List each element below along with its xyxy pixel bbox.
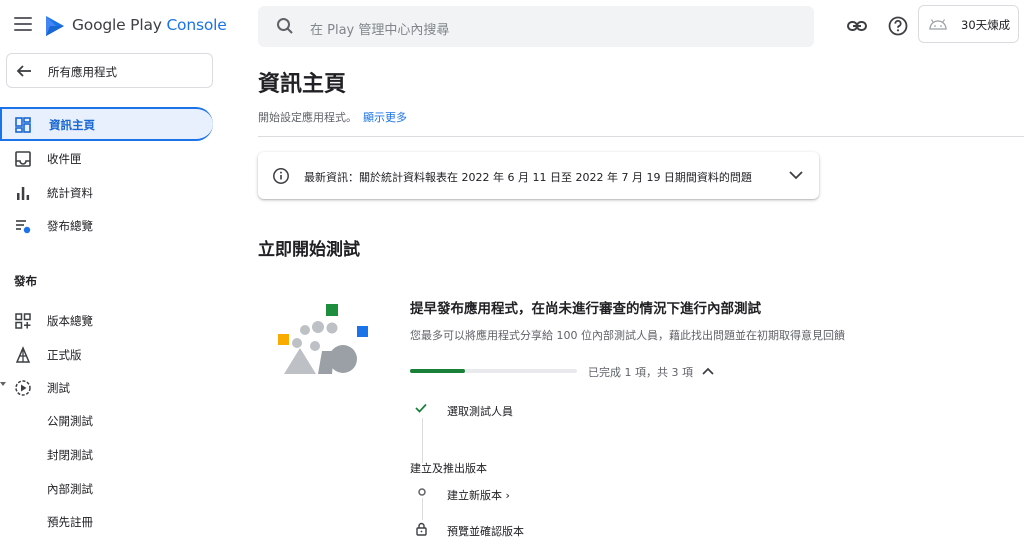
divider <box>258 136 1024 137</box>
progress-bar-fill <box>410 369 466 373</box>
sidebar-item-internal-testing[interactable]: 內部測試 <box>0 471 213 505</box>
card-title: 提早發布應用程式，在尚未進行審查的情況下進行內部測試 <box>410 301 761 317</box>
page-title: 資訊主頁 <box>258 72 347 97</box>
sidebar-item-label: 發布總覽 <box>47 219 93 233</box>
step-label: 選取測試人員 <box>447 405 513 418</box>
play-console-logo[interactable] <box>44 14 66 38</box>
step-connector <box>422 418 423 463</box>
sidebar-item-production[interactable]: 正式版 <box>0 337 213 371</box>
sidebar-item-inbox[interactable]: 收件匣 <box>0 141 213 175</box>
bar-chart-icon <box>17 187 30 200</box>
news-text: 最新資訊：關於統計資料報表在 2022 年 6 月 11 日至 2022 年 7… <box>304 171 752 184</box>
sidebar-section-release: 發布 <box>14 274 37 288</box>
chevron-up-icon[interactable] <box>701 365 715 377</box>
sidebar-item-label: 正式版 <box>47 348 82 362</box>
brand-name[interactable]: Google Play Console <box>72 16 227 34</box>
show-more-link[interactable]: 顯示更多 <box>363 111 407 124</box>
lock-icon <box>416 522 427 536</box>
all-apps-button[interactable]: 所有應用程式 <box>6 53 213 88</box>
sidebar-item-publishing-overview[interactable]: 發布總覽 <box>0 208 213 242</box>
sidebar-item-testing[interactable]: 測試 <box>0 370 213 404</box>
sidebar-item-pre-registration[interactable]: 預先註冊 <box>0 504 213 538</box>
sidebar-item-label: 版本總覽 <box>47 314 93 328</box>
news-banner[interactable]: 最新資訊：關於統計資料報表在 2022 年 6 月 11 日至 2022 年 7… <box>258 152 819 199</box>
menu-icon[interactable] <box>14 17 32 31</box>
account-switcher[interactable]: 30天煉成 <box>918 5 1019 43</box>
all-apps-label: 所有應用程式 <box>48 65 117 79</box>
sidebar-item-label: 預先註冊 <box>47 515 93 529</box>
search-icon <box>277 18 293 34</box>
android-avatar-icon <box>929 19 947 30</box>
sidebar-item-label: 資訊主頁 <box>49 118 95 132</box>
check-icon <box>415 403 427 413</box>
search-bar[interactable]: 在 Play 管理中心內搜尋 <box>258 6 814 47</box>
step-label[interactable]: 建立新版本 › <box>447 487 510 503</box>
releases-overview-icon <box>15 313 31 329</box>
account-name: 30天煉成 <box>961 18 1011 32</box>
step-label: 預覽並確認版本 <box>447 525 524 538</box>
sidebar-item-statistics[interactable]: 統計資料 <box>0 175 213 209</box>
subtitle-text: 開始設定應用程式。 <box>258 111 357 124</box>
help-icon[interactable] <box>887 15 909 37</box>
search-placeholder[interactable]: 在 Play 管理中心內搜尋 <box>310 19 449 38</box>
dashboard-icon <box>15 117 31 133</box>
sidebar-item-releases-overview[interactable]: 版本總覽 <box>0 303 213 337</box>
section-title: 立即開始測試 <box>258 240 360 260</box>
sidebar-item-open-testing[interactable]: 公開測試 <box>0 403 213 437</box>
card-description: 您最多可以將應用程式分享給 100 位內部測試人員，藉此找出問題並在初期取得意見… <box>410 329 845 342</box>
arrow-back-icon <box>16 65 31 77</box>
progress-text: 已完成 1 項，共 3 項 <box>588 366 693 379</box>
production-icon <box>15 346 31 363</box>
inbox-icon <box>15 151 31 167</box>
step-group-label: 建立及推出版本 <box>410 462 487 475</box>
sidebar-item-label: 測試 <box>47 381 70 395</box>
step-connector <box>422 498 423 520</box>
info-icon <box>273 168 289 184</box>
sidebar-item-label: 封閉測試 <box>47 448 93 462</box>
link-icon[interactable] <box>846 15 868 37</box>
testing-icon <box>15 380 31 396</box>
sidebar-item-dashboard[interactable]: 資訊主頁 <box>0 107 213 141</box>
testing-illustration <box>278 304 368 374</box>
sidebar-item-label: 收件匣 <box>47 152 82 166</box>
sidebar-item-label: 內部測試 <box>47 482 93 496</box>
sidebar-item-closed-testing[interactable]: 封閉測試 <box>0 437 213 471</box>
publishing-overview-icon <box>16 220 31 234</box>
sidebar-item-label: 公開測試 <box>47 414 93 428</box>
circle-outline-icon <box>418 488 426 496</box>
sidebar-item-label: 統計資料 <box>47 186 93 200</box>
chevron-down-icon[interactable] <box>788 168 804 182</box>
progress-bar <box>410 369 577 373</box>
top-bar: Google Play Console 在 Play 管理中心內搜尋 30天煉成 <box>0 0 1024 52</box>
page-subtitle: 開始設定應用程式。 顯示更多 <box>258 109 407 125</box>
